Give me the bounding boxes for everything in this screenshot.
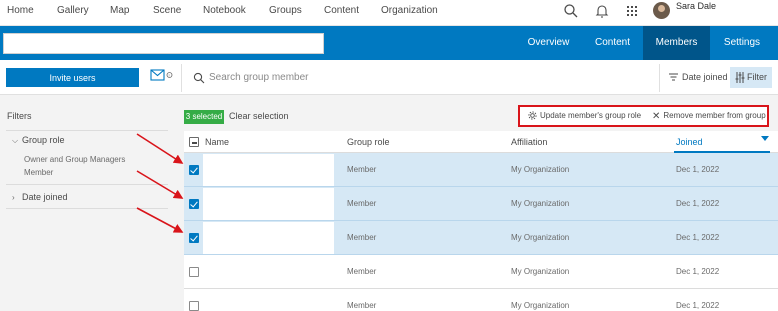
divider bbox=[181, 64, 182, 92]
row-checkbox[interactable] bbox=[189, 199, 199, 209]
bulk-actions-highlight: Update member's group role ✕ Remove membe… bbox=[518, 105, 769, 127]
tab-content[interactable]: Content bbox=[584, 26, 641, 60]
nav-groups[interactable]: Groups bbox=[269, 5, 302, 16]
member-role-cell: Member bbox=[347, 165, 377, 174]
user-name[interactable]: Sara Dale bbox=[676, 1, 716, 11]
filter-group-label: Date joined bbox=[22, 192, 68, 202]
update-role-label: Update member's group role bbox=[540, 111, 642, 120]
search-member-input[interactable] bbox=[209, 69, 629, 85]
filter-option-member[interactable]: Member bbox=[24, 168, 53, 177]
member-affiliation-cell: My Organization bbox=[511, 233, 570, 242]
members-table: Name Group role Affiliation Joined Membe… bbox=[184, 131, 778, 311]
avatar[interactable] bbox=[653, 2, 670, 19]
member-affiliation-cell: My Organization bbox=[511, 301, 570, 310]
divider bbox=[6, 184, 168, 185]
filter-label: Filter bbox=[747, 72, 767, 82]
clear-selection-button[interactable]: Clear selection bbox=[229, 111, 289, 121]
group-header: Overview Content Members Settings bbox=[0, 26, 778, 60]
filters-sidebar: Filters ⌵ Group role Owner and Group Mana… bbox=[0, 95, 180, 311]
table-row[interactable]: Member My Organization Dec 1, 2022 bbox=[184, 187, 778, 221]
table-row[interactable]: Member My Organization Dec 1, 2022 bbox=[184, 221, 778, 255]
filter-date-joined-toggle[interactable]: › Date joined bbox=[12, 192, 68, 202]
close-icon: ✕ bbox=[652, 111, 661, 122]
update-group-role-button[interactable]: Update member's group role bbox=[528, 111, 641, 120]
row-checkbox[interactable] bbox=[189, 301, 199, 311]
nav-map[interactable]: Map bbox=[110, 5, 129, 16]
row-checkbox[interactable] bbox=[189, 165, 199, 175]
nav-organization[interactable]: Organization bbox=[381, 5, 438, 16]
search-icon bbox=[193, 71, 205, 89]
table-row[interactable]: Member My Organization Dec 1, 2022 bbox=[184, 255, 778, 289]
sort-descending-icon[interactable] bbox=[761, 136, 769, 141]
member-joined-cell: Dec 1, 2022 bbox=[676, 267, 720, 276]
member-affiliation-cell: My Organization bbox=[511, 267, 570, 276]
divider bbox=[6, 208, 168, 209]
row-checkbox[interactable] bbox=[189, 233, 199, 243]
gear-icon bbox=[528, 111, 537, 120]
member-role-cell: Member bbox=[347, 233, 377, 242]
nav-gallery[interactable]: Gallery bbox=[57, 5, 89, 16]
member-joined-cell: Dec 1, 2022 bbox=[676, 233, 720, 242]
sort-icon bbox=[669, 73, 678, 81]
filter-option-owner-managers[interactable]: Owner and Group Managers bbox=[24, 155, 125, 164]
column-group-role[interactable]: Group role bbox=[347, 137, 390, 147]
filter-button[interactable]: Filter bbox=[730, 67, 772, 88]
member-name-cell[interactable] bbox=[203, 188, 334, 220]
tab-members[interactable]: Members bbox=[643, 26, 710, 60]
select-all-checkbox[interactable] bbox=[189, 137, 199, 147]
remove-member-label: Remove member from group bbox=[663, 111, 766, 120]
member-joined-cell: Dec 1, 2022 bbox=[676, 301, 720, 310]
filter-group-label: Group role bbox=[22, 135, 65, 145]
bell-icon[interactable] bbox=[594, 3, 610, 19]
member-role-cell: Member bbox=[347, 199, 377, 208]
chevron-down-icon: ⌵ bbox=[12, 136, 19, 145]
chevron-right-icon: › bbox=[12, 193, 15, 202]
sort-label: Date joined bbox=[682, 72, 728, 82]
filter-group-role-toggle[interactable]: ⌵ Group role bbox=[12, 135, 65, 146]
remove-member-button[interactable]: ✕ Remove member from group bbox=[652, 111, 766, 122]
nav-content[interactable]: Content bbox=[324, 5, 359, 16]
member-name-cell[interactable] bbox=[203, 154, 334, 186]
table-row[interactable]: Member My Organization Dec 1, 2022 bbox=[184, 153, 778, 187]
column-joined[interactable]: Joined bbox=[676, 137, 703, 147]
member-joined-cell: Dec 1, 2022 bbox=[676, 165, 720, 174]
member-role-cell: Member bbox=[347, 267, 377, 276]
group-title-redacted bbox=[3, 33, 324, 54]
divider bbox=[6, 130, 168, 131]
apps-grid-icon[interactable] bbox=[624, 3, 640, 19]
member-affiliation-cell: My Organization bbox=[511, 165, 570, 174]
filters-title: Filters bbox=[7, 111, 32, 121]
column-affiliation[interactable]: Affiliation bbox=[511, 137, 547, 147]
table-header: Name Group role Affiliation Joined bbox=[184, 131, 778, 153]
selected-count-badge: 3 selected bbox=[184, 110, 224, 124]
member-affiliation-cell: My Organization bbox=[511, 199, 570, 208]
search-icon[interactable] bbox=[563, 3, 579, 19]
column-name[interactable]: Name bbox=[205, 137, 229, 147]
nav-scene[interactable]: Scene bbox=[153, 5, 181, 16]
nav-notebook[interactable]: Notebook bbox=[203, 5, 246, 16]
divider bbox=[659, 64, 660, 92]
member-name-cell[interactable] bbox=[203, 222, 334, 254]
tab-settings[interactable]: Settings bbox=[713, 26, 771, 60]
tab-overview[interactable]: Overview bbox=[517, 26, 580, 60]
mail-icon[interactable]: i bbox=[150, 69, 174, 88]
svg-text:i: i bbox=[169, 73, 170, 78]
row-checkbox[interactable] bbox=[189, 267, 199, 277]
member-name-cell[interactable] bbox=[203, 256, 334, 288]
members-toolbar: Invite users i Date joined Filter bbox=[0, 60, 778, 95]
member-role-cell: Member bbox=[347, 301, 377, 310]
member-name-cell[interactable] bbox=[203, 290, 334, 311]
table-row[interactable]: Member My Organization Dec 1, 2022 bbox=[184, 289, 778, 311]
nav-home[interactable]: Home bbox=[7, 5, 34, 16]
top-navigation: Home Gallery Map Scene Notebook Groups C… bbox=[0, 0, 778, 26]
member-joined-cell: Dec 1, 2022 bbox=[676, 199, 720, 208]
filter-sliders-icon bbox=[735, 72, 745, 83]
invite-users-button[interactable]: Invite users bbox=[6, 68, 139, 87]
